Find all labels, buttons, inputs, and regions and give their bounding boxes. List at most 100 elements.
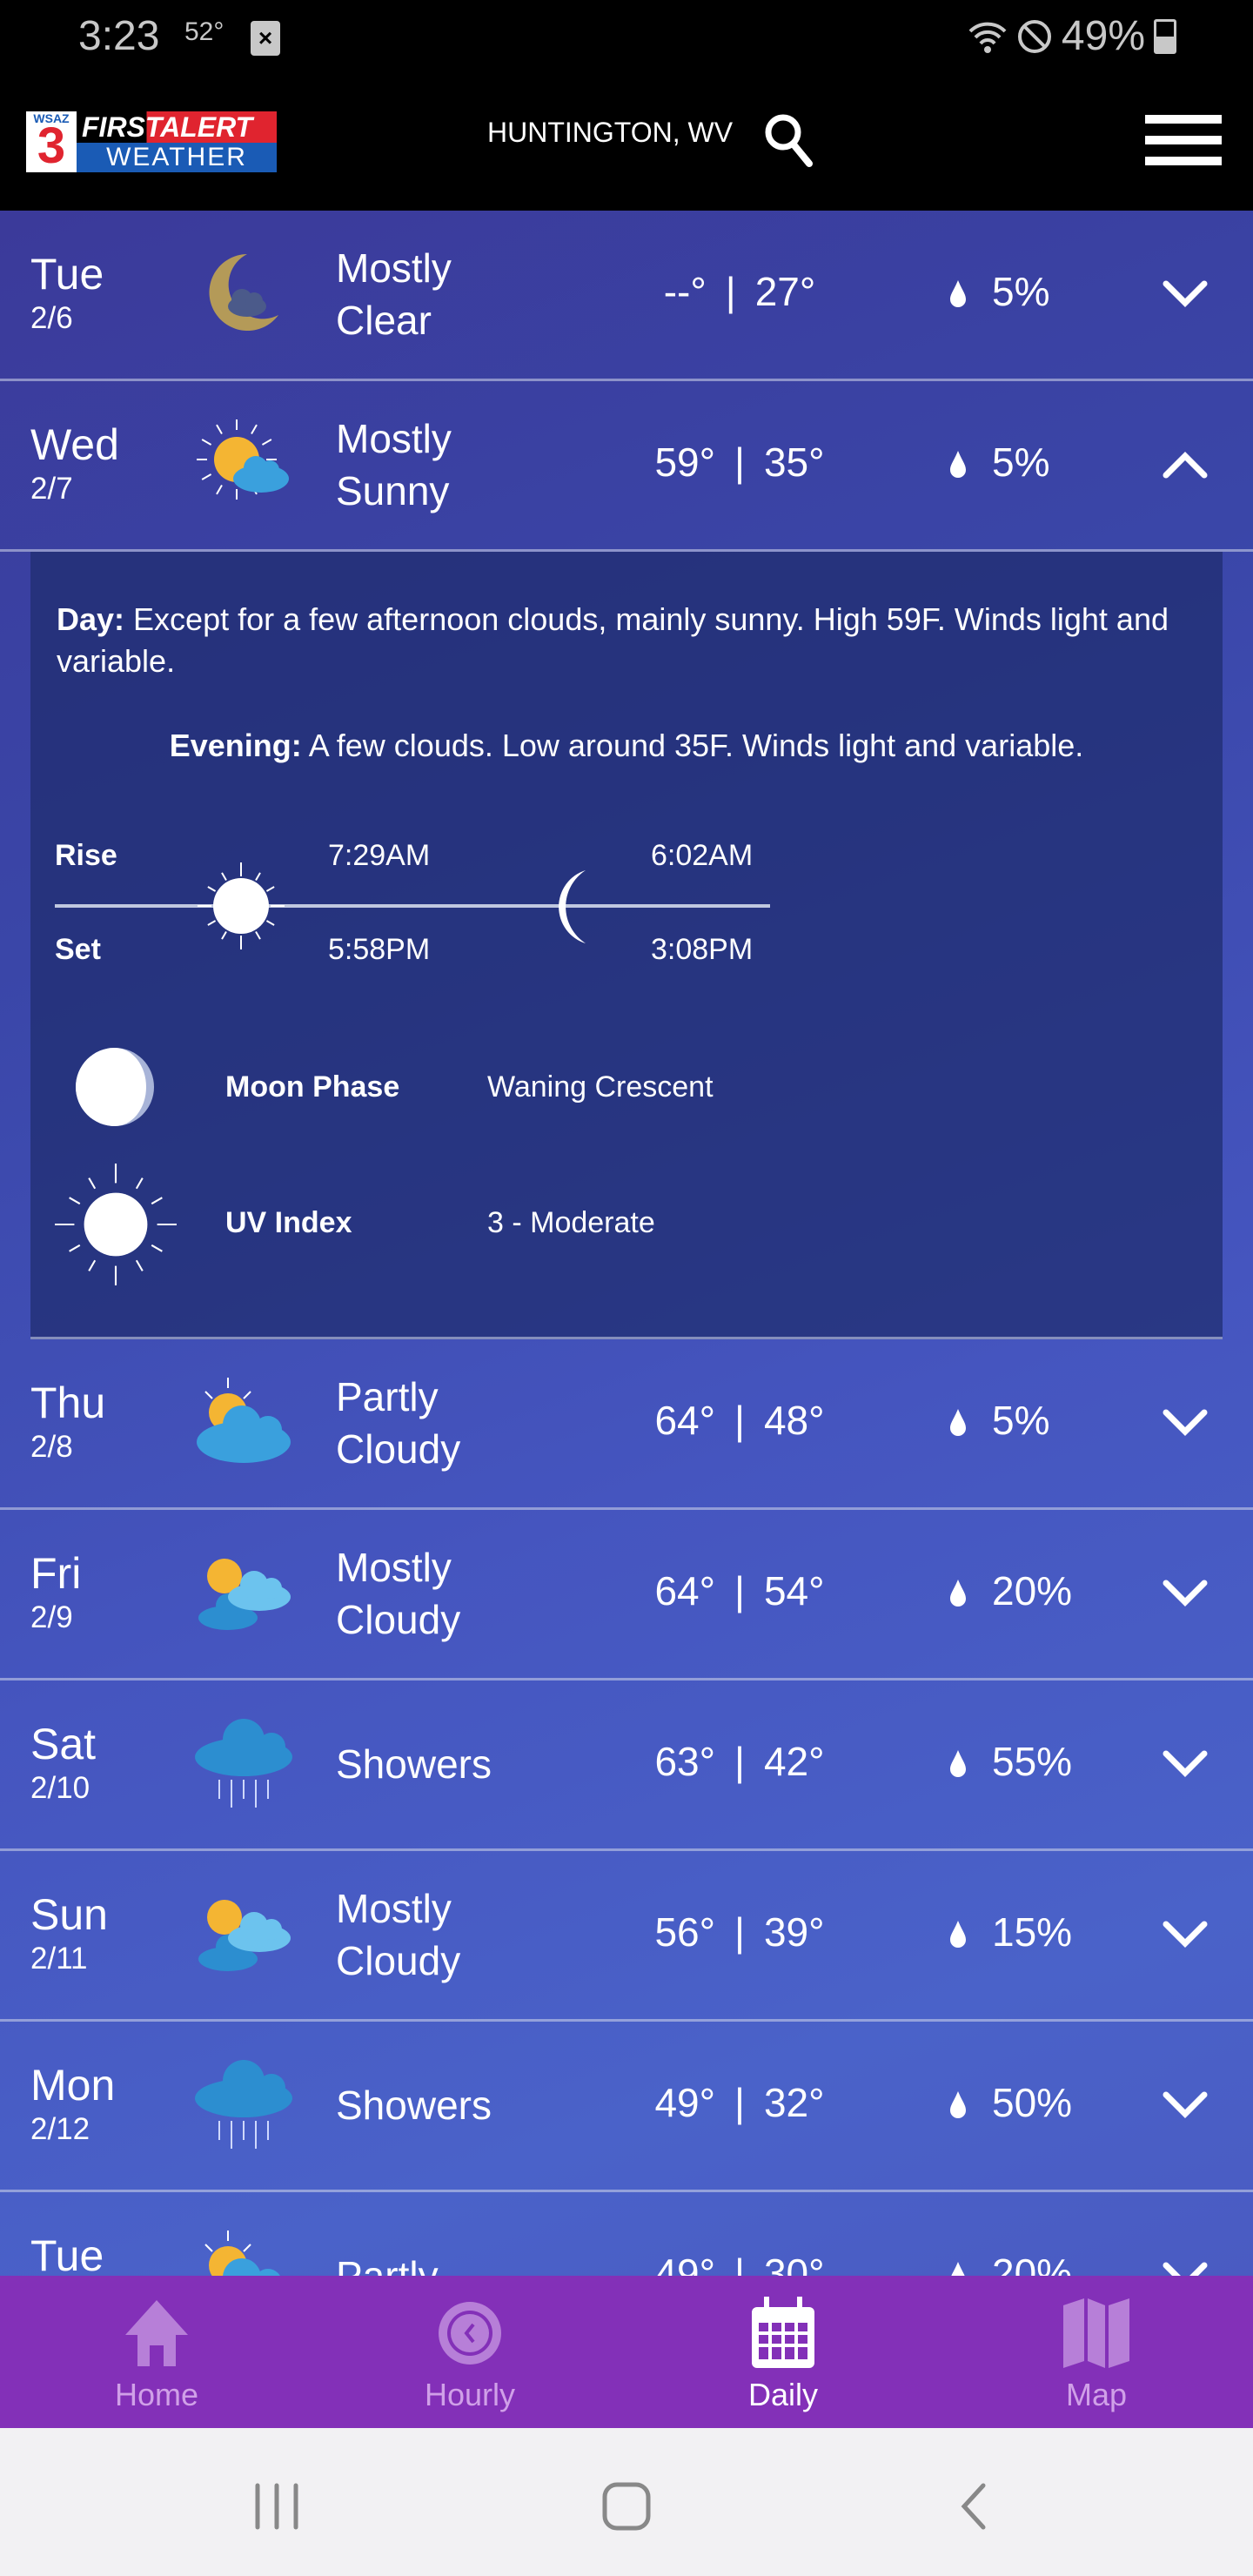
day-row[interactable]: Fri 2/9 Mostly Cloudy 64° | 54° 20% (0, 1510, 1253, 1680)
chevron-down-icon[interactable] (1163, 2262, 1208, 2276)
raindrop-icon (950, 451, 966, 478)
status-bar: 3:23 52° × 49% (0, 0, 1253, 78)
showers-icon (195, 2060, 292, 2149)
day-row[interactable]: Wed 2/7 Mostly Sunny 59° | 35° 5% (0, 381, 1253, 552)
chevron-down-icon[interactable] (1163, 1750, 1208, 1778)
condition-text: Showers (336, 2083, 492, 2128)
notification-icon: × (251, 21, 280, 56)
partly-cloudy-icon (204, 2231, 280, 2276)
moon-phase-value: Waning Crescent (487, 1070, 714, 1104)
temperatures: 49° | 30° (609, 2250, 870, 2276)
high-temp: 59° (654, 439, 716, 485)
condition-text: Partly Cloudy (336, 1374, 461, 1472)
system-nav-bar (0, 2428, 1253, 2576)
low-temp: 32° (763, 2080, 825, 2125)
moon-phase-icon (76, 1048, 154, 1126)
high-temp: 56° (654, 1909, 716, 1955)
day-row[interactable]: Sat 2/10 Showers 63° | 42° 55% (0, 1680, 1253, 1851)
menu-icon[interactable] (1145, 115, 1222, 165)
status-time: 3:23 (78, 13, 160, 59)
moon-cloud-icon (209, 254, 278, 331)
moon-icon (559, 870, 586, 943)
high-temp: 49° (654, 2251, 716, 2276)
day-date: 2/8 (30, 1430, 73, 1464)
precip-chance: 5% (992, 269, 1050, 314)
high-temp: --° (663, 269, 707, 314)
nav-map[interactable]: Map (940, 2276, 1253, 2428)
high-temp: 49° (654, 2080, 716, 2125)
sunrise-time: 7:29AM (328, 839, 431, 872)
temperatures: --° | 27° (663, 269, 816, 314)
day-row[interactable]: Sun 2/11 Mostly Cloudy 56° | 39° 15% (0, 1851, 1253, 2022)
day-row[interactable]: Mon 2/12 Showers 49° | 32° 50% (0, 2022, 1253, 2192)
day-name: Tue (30, 250, 104, 299)
day-date: 2/9 (30, 1600, 73, 1634)
temperatures: 56° | 39° (654, 1909, 825, 1955)
raindrop-icon (950, 1921, 966, 1948)
precip-chance: 50% (992, 2080, 1073, 2125)
day-date: 2/10 (30, 1771, 90, 1805)
condition-text: Mostly Cloudy (336, 1886, 461, 1983)
nav-hourly[interactable]: Hourly (313, 2276, 626, 2428)
high-temp: 64° (654, 1398, 716, 1443)
nav-label: Hourly (424, 2377, 516, 2412)
nav-label: Home (114, 2377, 199, 2412)
day-details-panel: Day: Except for a few afternoon clouds, … (30, 552, 1223, 1339)
moon-phase-label: Moon Phase (225, 1070, 400, 1104)
nav-label: Map (1065, 2377, 1128, 2412)
day-name: Mon (30, 2061, 116, 2110)
partly-cloudy-icon (197, 1378, 291, 1463)
wifi-icon (968, 22, 1007, 53)
raindrop-icon (951, 2262, 965, 2276)
day-date: 2/11 (30, 1942, 88, 1976)
precip-chance: 5% (992, 1398, 1050, 1443)
chevron-down-icon[interactable] (1163, 1409, 1208, 1437)
day-row[interactable]: Tue Partly 49° | 30° 20% (0, 2192, 1253, 2276)
uv-index-label: UV Index (225, 1206, 352, 1239)
raindrop-icon (950, 1409, 966, 1436)
raindrop-icon (950, 1580, 966, 1607)
low-temp: 39° (763, 1909, 825, 1955)
temperatures: 59° | 35° (654, 439, 825, 485)
chevron-down-icon[interactable] (1163, 2091, 1208, 2119)
temperatures: 64° | 54° (654, 1568, 825, 1613)
low-temp: 48° (763, 1398, 825, 1443)
back-icon[interactable] (957, 2482, 992, 2531)
precip-chance: 20% (992, 1568, 1073, 1613)
home-button-icon[interactable] (602, 2482, 651, 2531)
low-temp: 42° (763, 1739, 825, 1784)
day-name: Fri (30, 1549, 82, 1598)
chevron-down-icon[interactable] (1163, 1580, 1208, 1607)
temperatures: 49° | 32° (654, 2080, 825, 2125)
day-row[interactable]: Tue 2/6 Mostly Clear --° | 27° 5% (0, 211, 1253, 381)
battery-icon (1154, 18, 1176, 54)
recent-apps-icon[interactable] (252, 2482, 301, 2531)
daily-forecast-list[interactable]: Tue 2/6 Mostly Clear --° | 27° 5% Wed 2/7 M… (0, 211, 1253, 2276)
rise-label: Rise (55, 839, 117, 872)
nav-daily[interactable]: Daily (626, 2276, 940, 2428)
logo[interactable]: WSAZ 3 FIRSTALERT WEATHER (26, 111, 277, 174)
mostly-cloudy-icon (198, 1900, 291, 1971)
raindrop-icon (950, 280, 966, 307)
location-label[interactable]: HUNTINGTON, WV (487, 117, 733, 149)
search-icon[interactable] (762, 111, 814, 169)
showers-icon (195, 1719, 292, 1808)
home-icon (125, 2300, 188, 2366)
precip-chance: 15% (992, 1909, 1073, 1955)
day-row[interactable]: Thu 2/8 Partly Cloudy 64° | 48° 5% (0, 1339, 1253, 1510)
high-temp: 64° (654, 1568, 716, 1613)
day-description: Day: Except for a few afternoon clouds, … (57, 601, 1169, 679)
precip-chance: 5% (992, 439, 1050, 485)
temperatures: 64° | 48° (654, 1398, 825, 1443)
clock-icon (439, 2302, 501, 2365)
do-not-disturb-icon (1017, 19, 1051, 53)
day-name: Sat (30, 1720, 97, 1768)
chevron-up-icon[interactable] (1163, 451, 1208, 479)
chevron-down-icon[interactable] (1163, 280, 1208, 308)
nav-home[interactable]: Home (0, 2276, 313, 2428)
condition-text: Partly (336, 2253, 439, 2276)
day-date: 2/12 (30, 2112, 90, 2146)
chevron-down-icon[interactable] (1163, 1921, 1208, 1949)
high-temp: 63° (654, 1739, 716, 1784)
sun-cloud-icon (197, 419, 289, 500)
